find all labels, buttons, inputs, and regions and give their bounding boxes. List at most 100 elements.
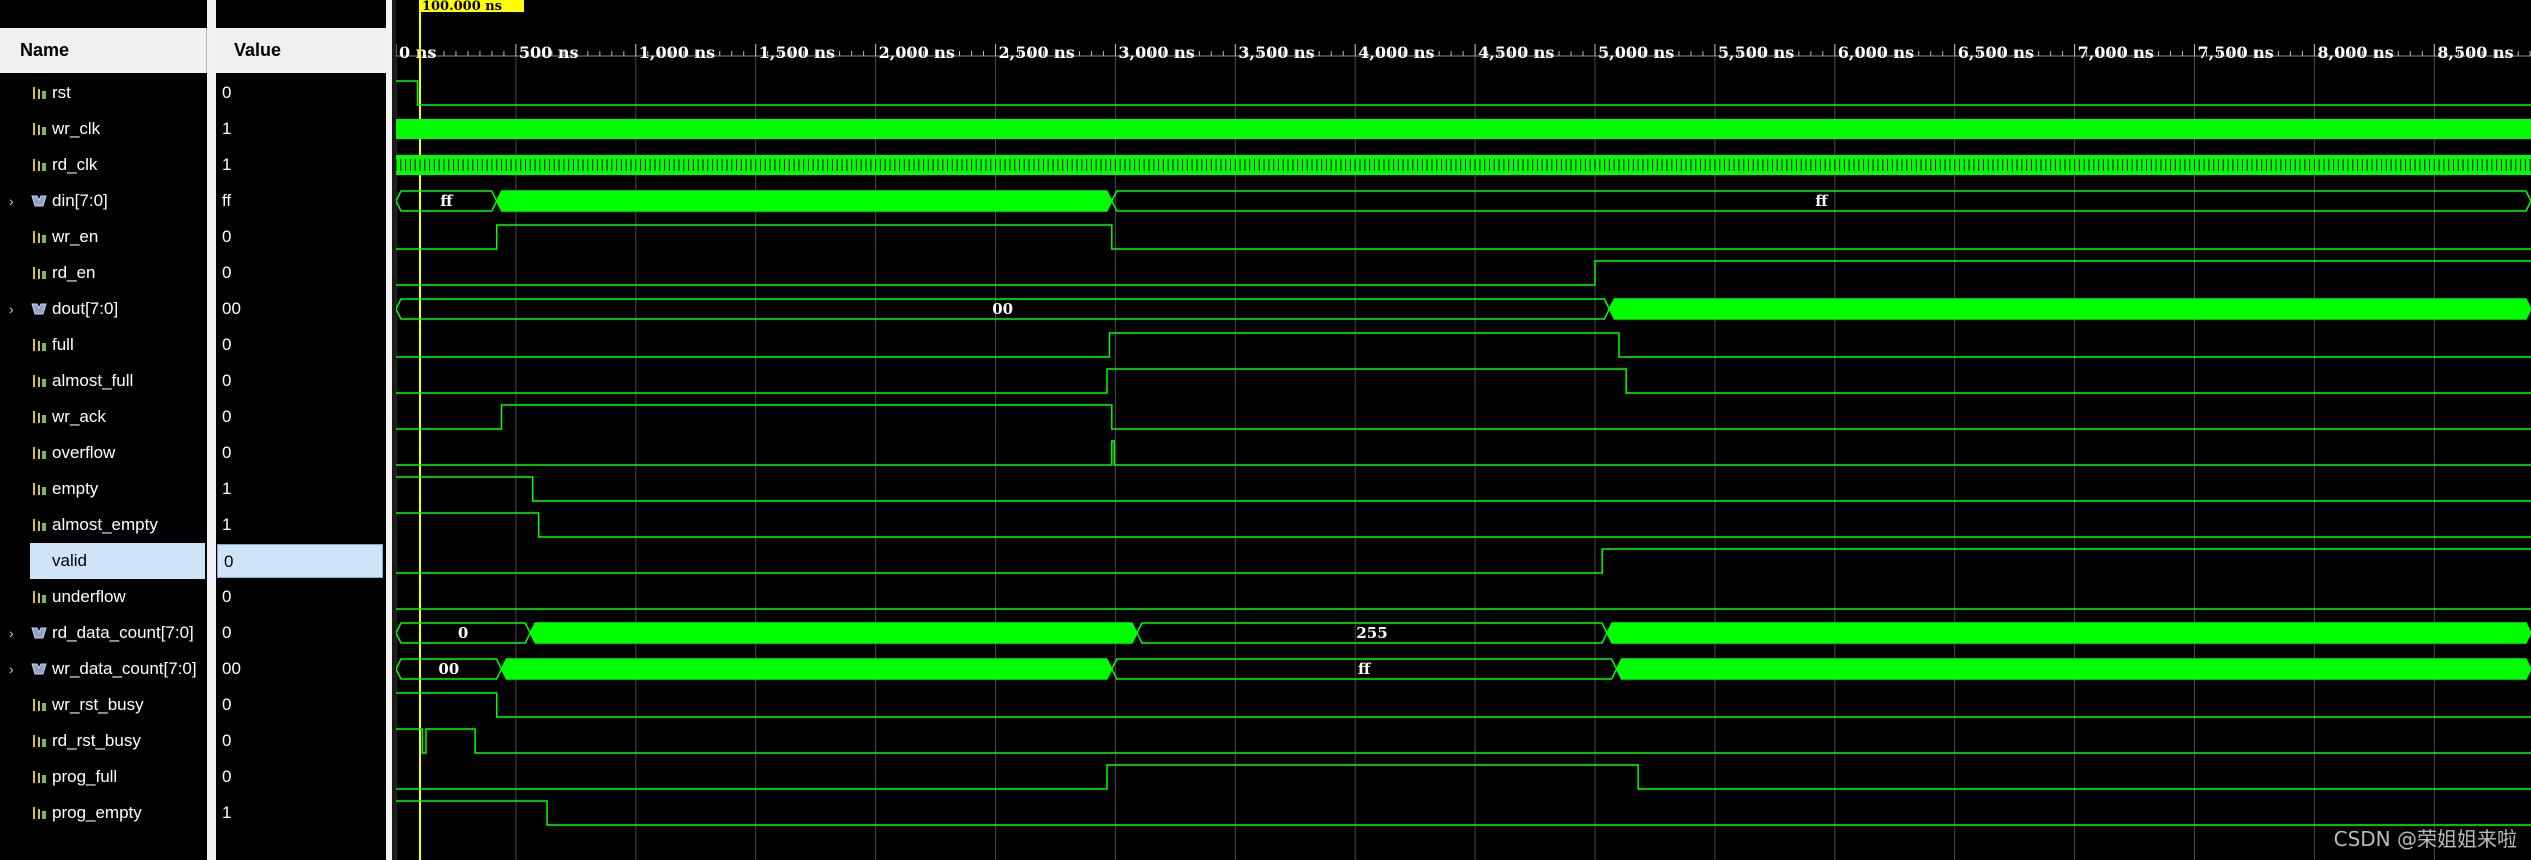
signal-name: full [52,335,74,354]
signal-value: ff [222,191,232,210]
signal-name: wr_data_count[7:0] [52,659,197,678]
wave-trace [396,404,2531,430]
signal-row-full[interactable]: full [0,327,207,363]
signal-name: prog_empty [52,803,142,822]
signal-value: 1 [222,515,232,534]
signal-value: 00 [222,659,241,678]
ruler-tick-label: 7,500 ns [2198,43,2274,62]
wave-trace [396,368,2531,394]
signal-value: 00 [222,299,241,318]
signal-row-rd-en[interactable]: rd_en [0,255,207,291]
signal-name: rd_clk [52,155,98,174]
bus-segment [1606,622,2531,644]
bit-signal-icon [33,123,46,135]
signal-row-underflow[interactable]: underflow [0,579,207,615]
bit-signal-icon [33,807,46,819]
bus-value-label: 0 [458,624,468,642]
expand-chevron-icon[interactable]: › [9,615,19,651]
signal-value: 0 [222,263,232,282]
signal-row-almost-empty[interactable]: almost_empty [0,507,207,543]
signal-row-prog-empty[interactable]: prog_empty [0,795,207,831]
signal-name: wr_ack [52,407,106,426]
signal-name: dout[7:0] [52,299,119,318]
bit-signal-icon [33,699,46,711]
bus-signal-icon [31,627,47,639]
signal-row-din-7-0[interactable]: › din[7:0] [0,183,207,219]
signal-row-rst[interactable]: rst [0,75,207,111]
signal-name: valid [30,543,205,579]
bus-value-label: 255 [1356,624,1387,642]
value-column-header[interactable]: Value [216,28,386,73]
ruler-tick-label: 5,500 ns [1718,43,1794,62]
bus-segment [529,622,1138,644]
ruler-tick-label: 3,500 ns [1238,43,1314,62]
signal-row-rd-data-count-7-0[interactable]: › rd_data_count[7:0] [0,615,207,651]
signal-name: almost_full [52,371,134,390]
ruler-tick-label: 1,500 ns [759,43,835,62]
signal-name: rst [52,83,71,102]
signal-row-wr-ack[interactable]: wr_ack [0,399,207,435]
ruler-tick-label: 6,000 ns [1838,43,1914,62]
signal-row-valid[interactable]: valid [0,543,207,579]
signal-name: wr_clk [52,119,101,138]
wave-trace [396,512,2531,538]
clock-band [396,119,2531,139]
signal-value: 0 [222,767,232,786]
signal-value: 0 [222,371,232,390]
wave-trace [396,440,2531,466]
ruler-tick-label: 0 ns [399,43,436,62]
signal-row-almost-full[interactable]: almost_full [0,363,207,399]
cursor-label: 100.000 ns [422,0,502,14]
ruler-tick-label: 500 ns [519,43,579,62]
bus-segment [1615,658,2531,680]
signal-value: 0 [222,407,232,426]
signal-name: din[7:0] [52,191,108,210]
signal-row-wr-rst-busy[interactable]: wr_rst_busy [0,687,207,723]
signal-row-overflow[interactable]: overflow [0,435,207,471]
signal-name: rd_en [52,263,96,282]
signal-value: 0 [222,587,232,606]
signal-name: wr_en [52,227,99,246]
ruler-tick-label: 3,000 ns [1118,43,1194,62]
waveform-canvas[interactable]: 0 ns 500 ns 1,000 ns 1,500 ns 2,000 ns 2,500 … [396,0,2531,860]
signal-row-wr-en[interactable]: wr_en [0,219,207,255]
bit-signal-icon [33,339,46,351]
signal-name: empty [52,479,99,498]
bus-signal-icon [31,663,47,675]
wave-trace [396,800,2531,826]
expand-chevron-icon[interactable]: › [9,183,19,219]
signal-row-wr-data-count-7-0[interactable]: › wr_data_count[7:0] [0,651,207,687]
bus-segment [1608,298,2531,320]
signal-row-dout-7-0[interactable]: › dout[7:0] [0,291,207,327]
expand-chevron-icon[interactable]: › [9,291,19,327]
signal-row-rd-clk[interactable]: rd_clk [0,147,207,183]
signal-row-wr-clk[interactable]: wr_clk [0,111,207,147]
signal-row-prog-full[interactable]: prog_full [0,759,207,795]
bit-signal-icon [33,375,46,387]
signal-name: wr_rst_busy [52,695,144,714]
signal-name: almost_empty [52,515,158,534]
signal-value: 1 [222,119,232,138]
expand-chevron-icon[interactable]: › [9,651,19,687]
signal-row-empty[interactable]: empty [0,471,207,507]
bit-signal-icon [33,519,46,531]
ruler-tick-label: 6,500 ns [1958,43,2034,62]
signal-value: 0 [222,623,232,642]
ruler-tick-label: 2,500 ns [999,43,1075,62]
bus-signal-icon [31,195,47,207]
signal-name: overflow [52,443,116,462]
bit-signal-icon [33,771,46,783]
wave-trace [396,332,2531,358]
bit-signal-icon [33,87,46,99]
signal-row-rd-rst-busy[interactable]: rd_rst_busy [0,723,207,759]
bus-value-label: ff [440,192,454,210]
signal-value: 1 [222,803,232,822]
signal-value: 0 [222,227,232,246]
bus-signal-icon [31,303,47,315]
signal-name: prog_full [52,767,118,786]
pane-splitter[interactable] [207,0,216,860]
wave-trace [396,80,2531,106]
name-column-header[interactable]: Name [0,28,207,73]
bit-signal-icon [33,159,46,171]
bus-segment [495,190,1113,212]
